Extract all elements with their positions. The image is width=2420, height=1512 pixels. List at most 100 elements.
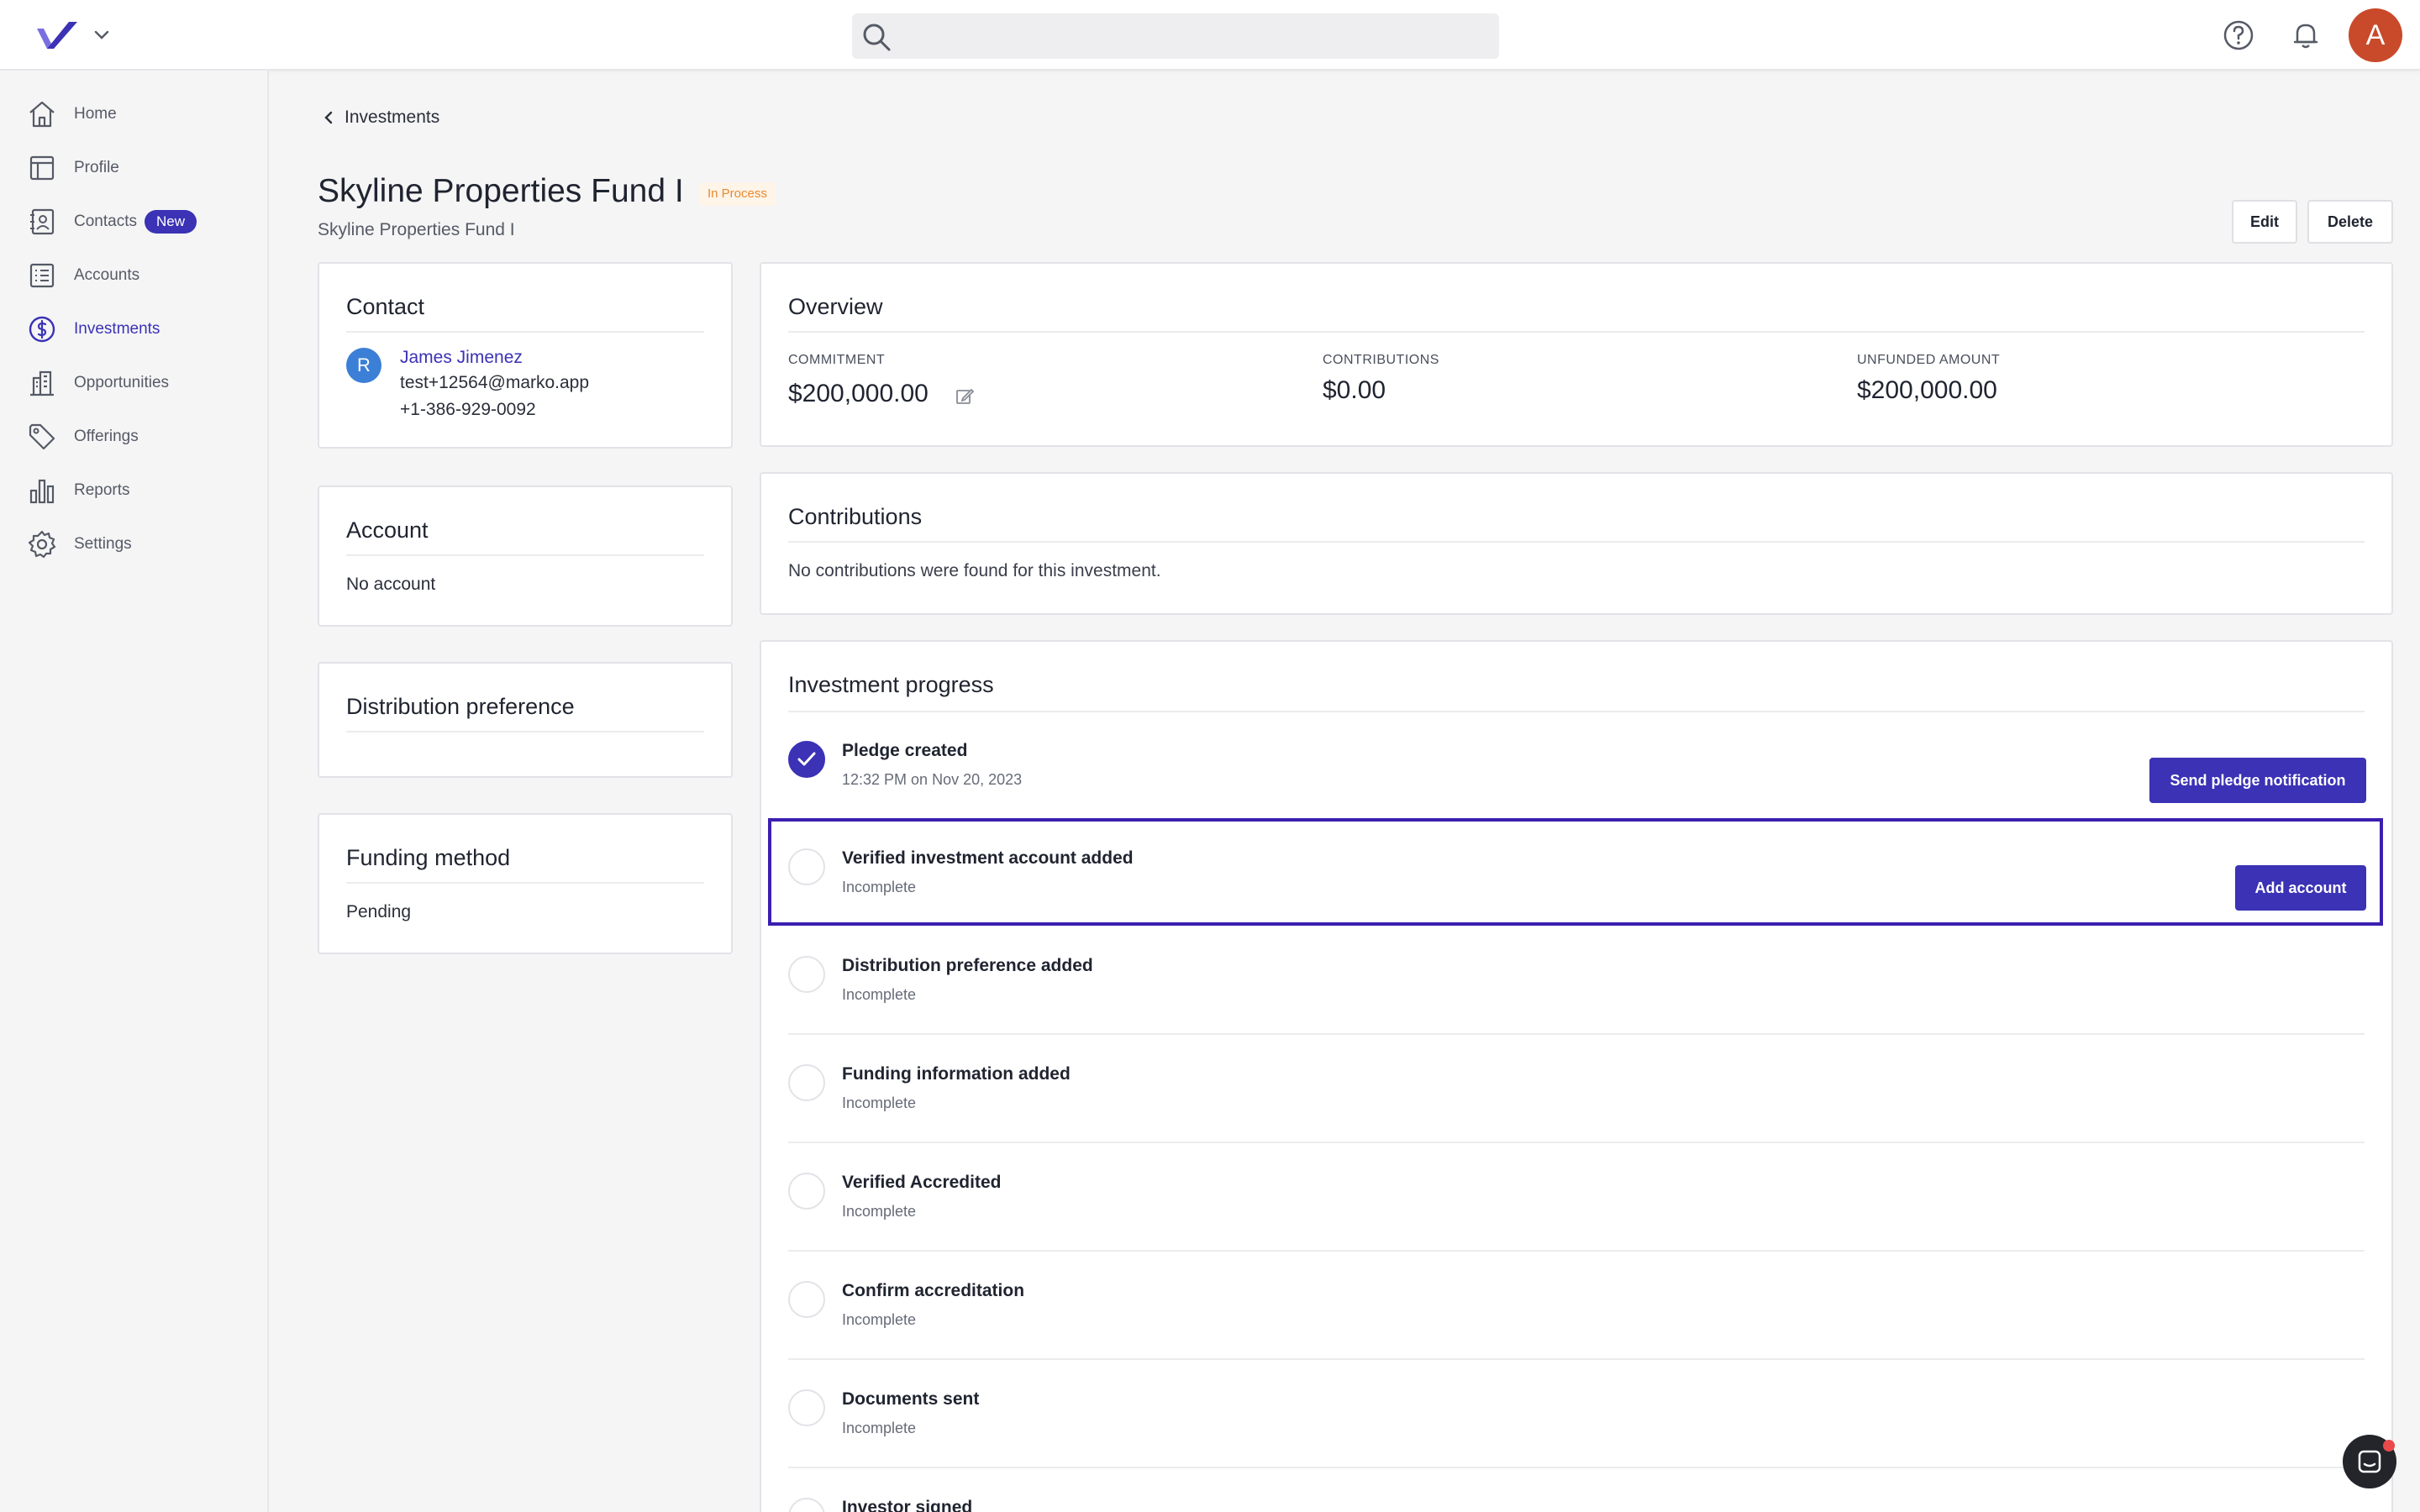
sidebar-item-label: Profile: [74, 159, 119, 176]
sidebar-item-home[interactable]: Home: [0, 92, 267, 136]
step-status: Incomplete: [842, 1420, 917, 1436]
card-title: Overview: [788, 294, 883, 319]
funding-card: Funding method Pending: [318, 813, 733, 954]
divider: [788, 1033, 2365, 1035]
contact-card: Contact R James Jimenez test+12564@marko…: [318, 262, 733, 449]
building-icon: [30, 370, 54, 396]
sidebar-item-profile[interactable]: Profile: [0, 146, 267, 190]
step-status: Incomplete: [842, 986, 917, 1003]
divider: [346, 731, 704, 732]
sidebar-item-opportunities[interactable]: Opportunities: [0, 361, 267, 405]
step-indicator: [788, 848, 825, 885]
sidebar-item-label: Investments: [74, 320, 160, 338]
step-title: Verified Accredited: [842, 1173, 1002, 1192]
tag-icon: [29, 423, 55, 450]
back-link[interactable]: Investments: [321, 108, 439, 128]
step-indicator: [788, 1173, 825, 1210]
sidebar-item-label: Opportunities: [74, 374, 170, 391]
profile-icon: [29, 155, 55, 181]
divider: [788, 1142, 2365, 1143]
contributions-empty-text: No contributions were found for this inv…: [788, 561, 1161, 580]
progress-step: Funding information added Incomplete: [761, 1036, 2391, 1143]
step-status: Incomplete: [842, 1311, 917, 1328]
account-value: No account: [346, 575, 436, 594]
sidebar-item-label: Settings: [74, 535, 132, 553]
chevron-left-icon: [324, 111, 333, 124]
card-title: Distribution preference: [346, 694, 575, 719]
chevron-down-icon[interactable]: [92, 25, 111, 44]
step-title: Funding information added: [842, 1064, 1071, 1084]
step-status: Incomplete: [842, 1095, 917, 1111]
distribution-card: Distribution preference: [318, 662, 733, 778]
card-title: Contact: [346, 294, 425, 319]
step-indicator: [788, 956, 825, 993]
divider: [788, 1358, 2365, 1360]
contact-avatar: R: [346, 348, 381, 383]
progress-step: Distribution preference added Incomplete: [761, 927, 2391, 1035]
sidebar-item-label: Offerings: [74, 428, 139, 445]
status-badge: In Process: [699, 182, 776, 206]
new-badge: New: [145, 210, 197, 234]
contributions-label: CONTRIBUTIONS: [1323, 353, 1439, 367]
commitment-label: COMMITMENT: [788, 353, 886, 367]
check-icon: [797, 752, 816, 766]
sidebar-item-label: Contacts: [74, 213, 137, 230]
contributions-value: $0.00: [1323, 376, 1386, 404]
edit-icon[interactable]: [955, 386, 975, 407]
bell-icon[interactable]: [2289, 18, 2323, 52]
gear-icon: [28, 530, 56, 559]
step-title: Documents sent: [842, 1389, 980, 1409]
progress-step: Verified investment account added Incomp…: [761, 820, 2391, 927]
card-title: Funding method: [346, 845, 511, 870]
unfunded-value: $200,000.00: [1857, 376, 1997, 404]
step-title: Investor signed: [842, 1498, 973, 1512]
user-avatar[interactable]: A: [2349, 8, 2402, 62]
account-card: Account No account: [318, 486, 733, 627]
search-icon: [863, 24, 891, 51]
contributions-card: Contributions No contributions were foun…: [760, 472, 2393, 615]
home-icon: [29, 101, 55, 128]
commitment-value: $200,000.00: [788, 380, 929, 407]
divider: [788, 1467, 2365, 1468]
progress-step: Pledge created 12:32 PM on Nov 20, 2023 …: [761, 712, 2391, 820]
sidebar-item-contacts[interactable]: Contacts New: [0, 200, 267, 244]
step-status: Incomplete: [842, 879, 917, 895]
sidebar-item-accounts[interactable]: Accounts: [0, 254, 267, 297]
logo-icon[interactable]: [35, 20, 79, 50]
progress-step: Documents sent Incomplete: [761, 1361, 2391, 1468]
help-icon[interactable]: [2222, 18, 2255, 52]
divider: [346, 554, 704, 556]
edit-button[interactable]: Edit: [2232, 200, 2297, 244]
contact-email: test+12564@marko.app: [400, 373, 590, 392]
send-pledge-notification-button[interactable]: Send pledge notification: [2149, 758, 2366, 803]
sidebar-item-reports[interactable]: Reports: [0, 469, 267, 512]
card-title: Investment progress: [788, 672, 994, 697]
top-bar: A: [0, 0, 2420, 71]
progress-step: Investor signed: [761, 1469, 2391, 1512]
add-account-button[interactable]: Add account: [2235, 865, 2366, 911]
divider: [346, 882, 704, 884]
unfunded-label: UNFUNDED AMOUNT: [1857, 353, 2001, 367]
contact-phone: +1-386-929-0092: [400, 400, 536, 419]
step-indicator: [788, 1389, 825, 1426]
step-status: Incomplete: [842, 1203, 917, 1220]
divider: [346, 331, 704, 333]
divider: [788, 1250, 2365, 1252]
page-subtitle: Skyline Properties Fund I: [318, 220, 515, 239]
card-title: Account: [346, 517, 429, 543]
sidebar-item-investments[interactable]: Investments: [0, 307, 267, 351]
investment-progress-card: Investment progress Pledge created 12:32…: [760, 640, 2393, 1512]
sidebar-item-label: Reports: [74, 481, 130, 499]
bar-chart-icon: [29, 479, 55, 504]
step-indicator: [788, 1498, 825, 1512]
accounts-icon: [29, 263, 55, 288]
search-input[interactable]: [852, 13, 1499, 59]
sidebar-item-settings[interactable]: Settings: [0, 522, 267, 566]
step-indicator: [788, 1064, 825, 1101]
step-title: Distribution preference added: [842, 956, 1093, 975]
sidebar: Home Profile Contacts New Accounts Inves…: [0, 71, 269, 1512]
overview-card: Overview COMMITMENT $200,000.00 CONTRIBU…: [760, 262, 2393, 447]
sidebar-item-offerings[interactable]: Offerings: [0, 415, 267, 459]
delete-button[interactable]: Delete: [2307, 200, 2393, 244]
contact-name-link[interactable]: James Jimenez: [400, 348, 523, 368]
